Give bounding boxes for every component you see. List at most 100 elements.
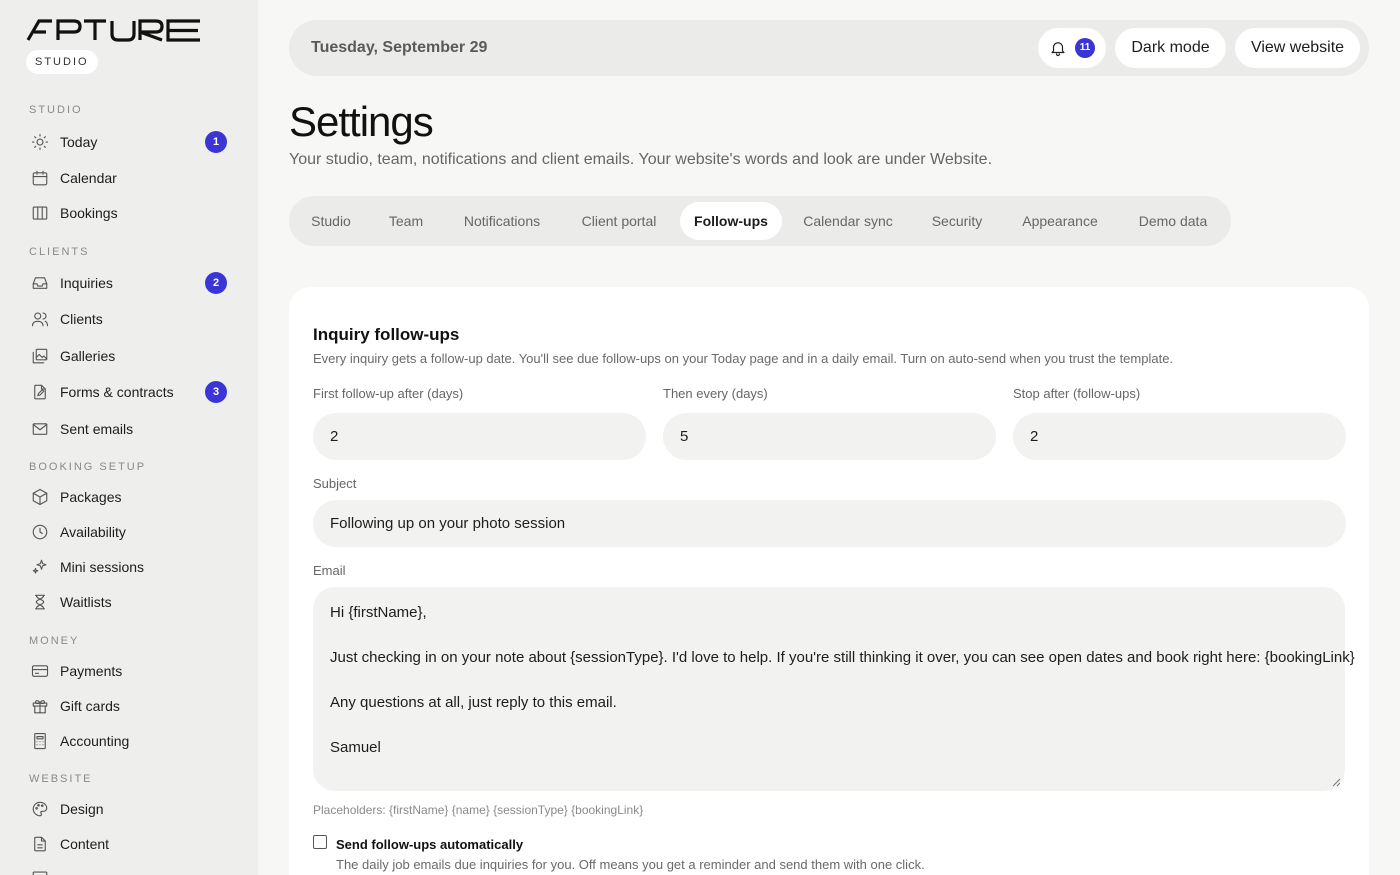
tab-team[interactable]: Team [372, 202, 440, 240]
document-pen-icon [30, 382, 50, 402]
sidebar-item-label: Forms & contracts [60, 384, 174, 400]
hourglass-icon [30, 592, 50, 612]
email-label: Email [313, 563, 346, 578]
sidebar-item-label: Payments [60, 663, 123, 679]
email-line: Hi {firstName}, [330, 604, 427, 621]
view-website-button[interactable]: View website [1235, 28, 1360, 68]
auto-send-label[interactable]: Send follow-ups automatically [336, 837, 523, 852]
page-title: Settings [289, 98, 434, 145]
first-followup-label: First follow-up after (days) [313, 386, 464, 401]
count-badge: 3 [205, 381, 227, 403]
sidebar-item-bookings[interactable]: Bookings [30, 199, 230, 227]
sidebar-item-forms-contracts[interactable]: Forms & contracts 3 [30, 378, 230, 406]
sidebar-item-inquiries[interactable]: Inquiries 2 [30, 269, 230, 297]
sidebar-item-waitlists[interactable]: Waitlists [30, 588, 230, 616]
section-label-clients: CLIENTS [29, 246, 90, 258]
email-line: Just checking in on your note about {ses… [330, 649, 1355, 666]
count-badge: 2 [205, 272, 227, 294]
sidebar-item-label: Waitlists [60, 594, 112, 610]
resize-handle-icon[interactable] [1331, 777, 1341, 787]
email-body-textarea[interactable]: Hi {firstName}, Just checking in on your… [313, 587, 1355, 791]
inbox-icon [30, 273, 50, 293]
stop-after-label: Stop after (follow-ups) [1013, 386, 1141, 401]
sidebar-item-label: Today [60, 134, 98, 150]
then-every-input[interactable] [663, 413, 996, 460]
tab-notifications[interactable]: Notifications [445, 202, 559, 240]
tab-follow-ups[interactable]: Follow-ups [680, 202, 782, 240]
sidebar-item-gift-cards[interactable]: Gift cards [30, 692, 230, 720]
subject-input[interactable] [313, 500, 1346, 547]
sidebar-item-label: Calendar [60, 170, 117, 186]
sidebar-item-sent-emails[interactable]: Sent emails [30, 415, 230, 443]
sidebar-item-label: Accounting [60, 733, 130, 749]
sidebar-item-label: Mini sessions [60, 559, 145, 575]
sidebar-item-content[interactable]: Content [30, 830, 230, 858]
logo-wordmark-icon [26, 19, 200, 42]
sidebar-item-label: Design [60, 801, 104, 817]
section-label-booking-setup: BOOKING SETUP [29, 461, 147, 473]
section-label-money: MONEY [29, 635, 80, 647]
sidebar-item-mini-sessions[interactable]: Mini sessions [30, 553, 230, 581]
auto-send-help: The daily job emails due inquiries for y… [336, 857, 925, 872]
sidebar-item-partial[interactable] [30, 864, 230, 875]
sidebar-item-today[interactable]: Today 1 [30, 128, 230, 156]
tab-security[interactable]: Security [915, 202, 999, 240]
tab-studio[interactable]: Studio [295, 202, 367, 240]
top-bar: Tuesday, September 29 11 Dark mode View … [289, 20, 1369, 76]
sidebar-item-label: Gift cards [60, 698, 120, 714]
current-date: Tuesday, September 29 [311, 39, 488, 56]
bell-icon [1051, 42, 1065, 57]
sparkle-icon [30, 557, 50, 577]
card-description: Every inquiry gets a follow-up date. You… [313, 351, 1174, 366]
settings-tabs: Studio Team Notifications Client portal … [289, 196, 1231, 246]
notifications-button[interactable]: 11 [1038, 28, 1106, 68]
credit-card-icon [30, 661, 50, 681]
palette-icon [30, 799, 50, 819]
tab-client-portal[interactable]: Client portal [563, 202, 675, 240]
dark-mode-button[interactable]: Dark mode [1115, 28, 1226, 68]
placeholders-hint: Placeholders: {firstName} {name} {sessio… [313, 803, 644, 817]
studio-pill: STUDIO [26, 50, 98, 74]
clock-icon [30, 522, 50, 542]
sidebar-item-label: Packages [60, 489, 122, 505]
card-title: Inquiry follow-ups [313, 325, 460, 344]
columns-icon [30, 203, 50, 223]
sidebar-item-label: Availability [60, 524, 126, 540]
page-subtitle: Your studio, team, notifications and cli… [289, 151, 993, 168]
sidebar-item-payments[interactable]: Payments [30, 657, 230, 685]
sidebar-item-design[interactable]: Design [30, 795, 230, 823]
sidebar: STUDIO STUDIO Today 1 Calendar Bookings … [0, 0, 258, 875]
gift-icon [30, 696, 50, 716]
auto-send-checkbox[interactable] [313, 835, 327, 849]
sidebar-item-availability[interactable]: Availability [30, 518, 230, 546]
calendar-icon [30, 168, 50, 188]
package-icon [30, 487, 50, 507]
count-badge: 1 [205, 131, 227, 153]
mail-icon [30, 419, 50, 439]
tab-demo-data[interactable]: Demo data [1121, 202, 1225, 240]
sidebar-item-label: Content [60, 836, 110, 852]
tab-appearance[interactable]: Appearance [1004, 202, 1116, 240]
sidebar-item-label: Bookings [60, 205, 118, 221]
then-every-label: Then every (days) [663, 386, 768, 401]
file-text-icon [30, 834, 50, 854]
tab-calendar-sync[interactable]: Calendar sync [787, 202, 909, 240]
sidebar-item-packages[interactable]: Packages [30, 483, 230, 511]
stop-after-input[interactable] [1013, 413, 1346, 460]
calculator-icon [30, 731, 50, 751]
section-label-website: WEBSITE [29, 773, 93, 785]
users-icon [30, 309, 50, 329]
sun-icon [30, 132, 50, 152]
sidebar-item-galleries[interactable]: Galleries [30, 342, 230, 370]
browser-icon [30, 868, 50, 875]
notification-count-badge: 11 [1075, 38, 1095, 58]
section-label-studio: STUDIO [29, 104, 83, 116]
sidebar-item-accounting[interactable]: Accounting [30, 727, 230, 755]
email-line: Samuel [330, 739, 381, 756]
sidebar-item-clients[interactable]: Clients [30, 305, 230, 333]
sidebar-item-calendar[interactable]: Calendar [30, 164, 230, 192]
email-line: Any questions at all, just reply to this… [330, 694, 617, 711]
first-followup-input[interactable] [313, 413, 646, 460]
gallery-icon [30, 346, 50, 366]
logo[interactable] [26, 18, 202, 42]
